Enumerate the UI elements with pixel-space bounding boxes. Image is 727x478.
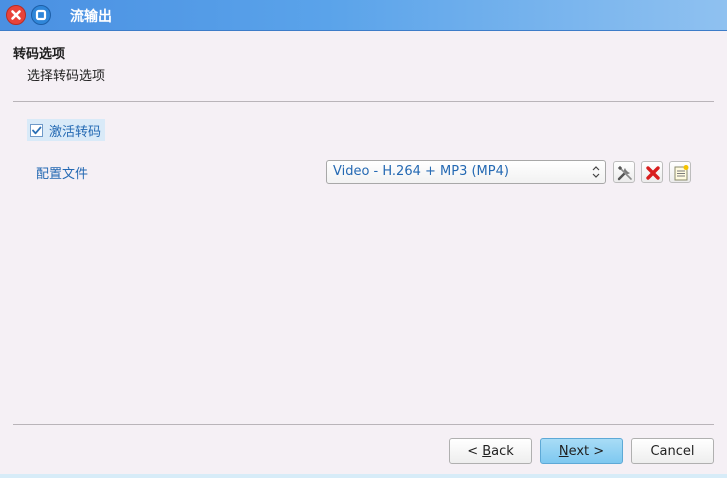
activate-transcode-label: 激活转码 [49,124,102,140]
new-profile-button[interactable] [669,161,691,183]
next-button-mnemonic: N [558,443,569,459]
back-button-prefix: < [467,443,483,459]
footer-divider [13,424,714,425]
stream-output-wizard: 流输出 转码选项 选择转码选项 激活转码 配置文件 Video - H.264 … [0,0,727,478]
updown-arrows-icon [592,166,600,178]
window-bottom-edge [0,474,727,478]
title-bar: 流输出 [0,0,727,31]
close-button[interactable] [6,5,26,25]
window-title: 流输出 [70,9,112,25]
profile-select[interactable]: Video - H.264 + MP3 (MP4) [326,160,606,184]
delete-profile-icon [646,166,660,180]
back-button-mnemonic: B [482,443,492,459]
back-button-label: ack [491,443,514,459]
maximize-button[interactable] [31,5,51,25]
header-divider [13,101,714,102]
maximize-icon [35,9,47,21]
activate-transcode-checkbox[interactable]: 激活转码 [27,119,106,141]
edit-profile-button[interactable] [613,161,635,183]
checkbox-checked-icon [30,123,43,137]
edit-profile-icon [617,165,632,181]
page-title: 转码选项 [13,47,66,62]
profile-label: 配置文件 [36,167,89,182]
next-button[interactable]: Next > [540,438,623,464]
back-button[interactable]: < Back [449,438,532,464]
next-button-label: ext > [568,443,605,459]
cancel-button[interactable]: Cancel [631,438,714,464]
delete-profile-button[interactable] [641,161,663,183]
page-subtitle: 选择转码选项 [27,69,106,84]
profile-select-value: Video - H.264 + MP3 (MP4) [333,164,509,179]
close-icon [11,10,21,20]
new-profile-icon [674,165,689,181]
